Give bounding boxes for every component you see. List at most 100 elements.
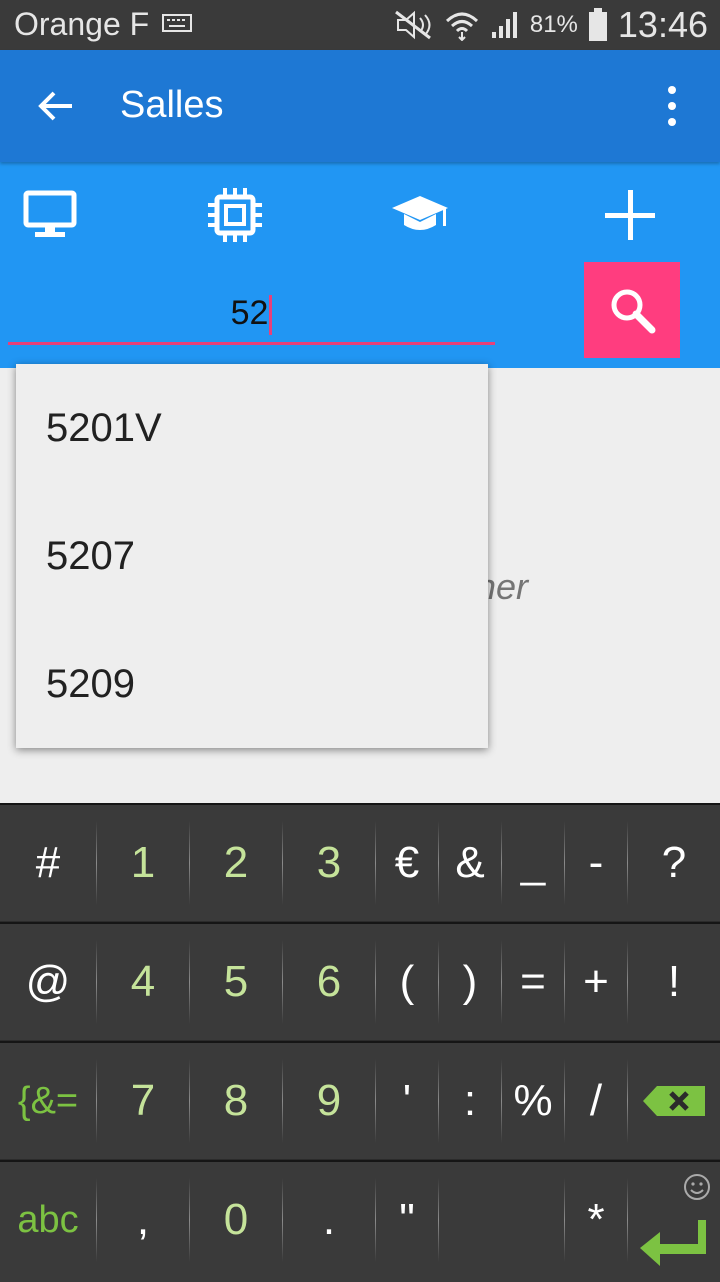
key-divider xyxy=(501,821,502,905)
keyboard-row: # 1 2 3 € & _ - ? xyxy=(0,803,720,921)
key-divider xyxy=(627,1178,628,1262)
key-divider xyxy=(189,821,190,905)
key[interactable]: # xyxy=(0,805,96,921)
key[interactable]: 7 xyxy=(97,1043,189,1159)
backspace-key[interactable] xyxy=(628,1043,720,1159)
key-divider xyxy=(438,1178,439,1262)
key[interactable]: = xyxy=(502,924,564,1040)
suggestion-item[interactable]: 5201V xyxy=(16,364,488,492)
plus-icon xyxy=(605,190,655,240)
key-divider xyxy=(375,940,376,1024)
key[interactable]: 6 xyxy=(283,924,375,1040)
enter-key[interactable] xyxy=(628,1162,720,1278)
key-divider xyxy=(189,1059,190,1143)
key[interactable]: @ xyxy=(0,924,96,1040)
key-divider xyxy=(627,1059,628,1143)
status-bar: Orange F 81% 13:46 xyxy=(0,0,720,50)
app-bar: Salles xyxy=(0,50,720,162)
enter-icon xyxy=(640,1220,706,1266)
key-divider xyxy=(96,1178,97,1262)
key[interactable]: 0 xyxy=(190,1162,282,1278)
key[interactable]: & xyxy=(439,805,501,921)
computer-button[interactable] xyxy=(15,184,85,246)
course-button[interactable] xyxy=(385,184,455,246)
page-title: Salles xyxy=(120,84,224,126)
room-toolbar: 52 xyxy=(0,162,720,368)
key[interactable]: - xyxy=(565,805,627,921)
add-button[interactable] xyxy=(595,184,665,246)
battery-percent: 81% xyxy=(529,11,578,38)
key[interactable]: 4 xyxy=(97,924,189,1040)
key[interactable]: * xyxy=(565,1162,627,1278)
graduation-cap-icon xyxy=(392,196,448,230)
search-button[interactable] xyxy=(584,262,680,358)
overflow-menu-icon[interactable] xyxy=(656,80,688,132)
key-divider xyxy=(564,1059,565,1143)
battery-icon xyxy=(588,8,607,41)
signal-icon xyxy=(491,12,517,38)
key-divider xyxy=(438,1059,439,1143)
key-divider xyxy=(375,1178,376,1262)
search-input-value: 52 xyxy=(230,294,269,332)
key[interactable]: , xyxy=(97,1162,189,1278)
key-divider xyxy=(627,940,628,1024)
key-divider xyxy=(564,1178,565,1262)
key-divider xyxy=(375,1059,376,1143)
mute-icon xyxy=(394,10,431,40)
soft-keyboard: # 1 2 3 € & _ - ? @ 4 5 6 ( ) = + ! {&= … xyxy=(0,803,720,1282)
key-divider xyxy=(282,821,283,905)
keyboard-row: @ 4 5 6 ( ) = + ! xyxy=(0,922,720,1040)
key-divider xyxy=(189,940,190,1024)
chip-icon xyxy=(208,188,262,242)
key[interactable]: ) xyxy=(439,924,501,1040)
key-divider xyxy=(564,821,565,905)
key[interactable]: " xyxy=(376,1162,438,1278)
keyboard-row: abc , 0 . " * xyxy=(0,1160,720,1282)
key-divider xyxy=(96,1059,97,1143)
computer-icon xyxy=(23,190,77,237)
key[interactable]: _ xyxy=(502,805,564,921)
space-key[interactable] xyxy=(439,1162,564,1278)
key[interactable]: ( xyxy=(376,924,438,1040)
key-divider xyxy=(282,1059,283,1143)
back-arrow-icon[interactable] xyxy=(36,86,76,126)
key[interactable]: € xyxy=(376,805,438,921)
keyboard-notification-icon xyxy=(162,14,192,37)
suggestion-dropdown: 5201V 5207 5209 xyxy=(16,364,488,748)
key[interactable]: ! xyxy=(628,924,720,1040)
key[interactable]: 5 xyxy=(190,924,282,1040)
key-divider xyxy=(564,940,565,1024)
key[interactable]: ? xyxy=(628,805,720,921)
wifi-icon xyxy=(445,12,478,41)
key[interactable]: / xyxy=(565,1043,627,1159)
key[interactable]: % xyxy=(502,1043,564,1159)
key[interactable]: 8 xyxy=(190,1043,282,1159)
key[interactable]: 2 xyxy=(190,805,282,921)
key-divider xyxy=(96,821,97,905)
key[interactable]: . xyxy=(283,1162,375,1278)
key-divider xyxy=(501,1059,502,1143)
key[interactable]: : xyxy=(439,1043,501,1159)
key-divider xyxy=(627,821,628,905)
suggestion-item[interactable]: 5209 xyxy=(16,620,488,748)
smiley-icon xyxy=(684,1174,710,1200)
room-search-input[interactable]: 52 xyxy=(8,282,495,345)
keyboard-row: {&= 7 8 9 ' : % / xyxy=(0,1041,720,1159)
key[interactable]: + xyxy=(565,924,627,1040)
key-divider xyxy=(438,940,439,1024)
suggestion-item[interactable]: 5207 xyxy=(16,492,488,620)
key[interactable]: 1 xyxy=(97,805,189,921)
key[interactable]: ' xyxy=(376,1043,438,1159)
status-icons: 81% 13:46 xyxy=(394,4,708,46)
abc-key[interactable]: abc xyxy=(0,1162,96,1278)
key-divider xyxy=(189,1178,190,1262)
text-cursor xyxy=(269,295,273,336)
carrier-name: Orange F xyxy=(14,6,150,42)
key-divider xyxy=(375,821,376,905)
key-divider xyxy=(438,821,439,905)
key[interactable]: 9 xyxy=(283,1043,375,1159)
symbols-key[interactable]: {&= xyxy=(0,1043,96,1159)
hardware-button[interactable] xyxy=(200,184,270,246)
key[interactable]: 3 xyxy=(283,805,375,921)
key-divider xyxy=(96,940,97,1024)
